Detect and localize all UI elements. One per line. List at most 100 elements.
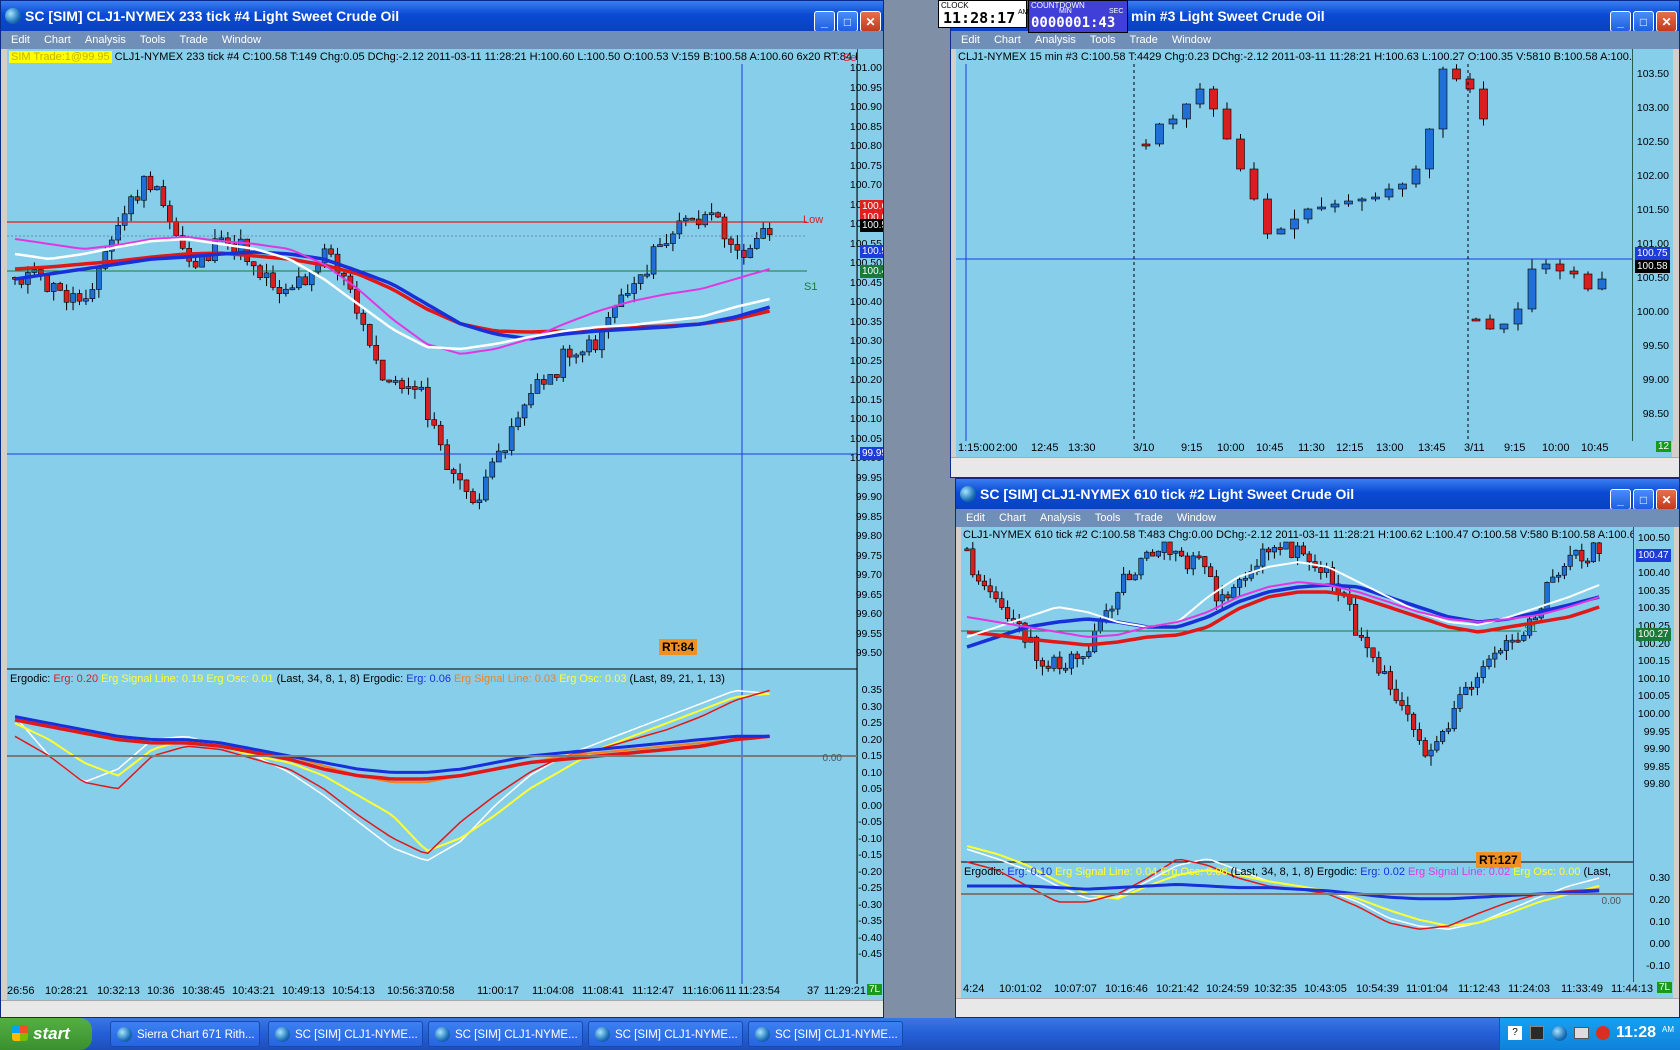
close-button[interactable]: ✕: [1656, 11, 1677, 32]
price-axis-label: 99.90: [1643, 743, 1670, 756]
taskbar-button-sierra-main[interactable]: Sierra Chart 671 Rith...: [110, 1021, 260, 1047]
taskbar-button-chart-2[interactable]: SC [SIM] CLJ1-NYME...: [428, 1021, 583, 1047]
price-axis-label: 100.10: [1637, 672, 1670, 685]
maximize-button[interactable]: □: [837, 11, 858, 32]
globe-tray-icon[interactable]: [1552, 1026, 1567, 1041]
candle-body: [1387, 671, 1393, 690]
menu-window[interactable]: Window: [1177, 512, 1216, 524]
menu-trade[interactable]: Trade: [1130, 34, 1158, 46]
horizontal-scrollbar[interactable]: [1, 1000, 883, 1017]
candle-body: [676, 220, 683, 235]
countdown-widget: COUNTDOWN MIN SEC 0000001:43: [1028, 0, 1128, 33]
candle-body: [734, 244, 741, 251]
candle-body: [128, 196, 134, 215]
osc-b-osc: Erg Osc: 0.03: [559, 673, 627, 685]
minimize-button[interactable]: _: [814, 11, 835, 32]
candle-body: [1428, 749, 1434, 757]
price-axis-label: 99.75: [855, 549, 882, 562]
candle-body: [1080, 656, 1086, 660]
candle-body: [708, 212, 715, 216]
security-icon[interactable]: [1596, 1026, 1610, 1040]
candle-body: [1161, 541, 1167, 553]
minimize-button[interactable]: _: [1610, 11, 1631, 32]
candle-body: [1126, 573, 1132, 581]
candle-body: [1471, 318, 1481, 322]
menu-chart[interactable]: Chart: [44, 34, 71, 46]
oscillator-axis-label: -0.20: [858, 865, 882, 878]
price-chart-area[interactable]: CLJ1-NYMEX 15 min #3 C:100.58 T:4429 Chg…: [956, 49, 1632, 441]
taskbar-button-chart-3[interactable]: SC [SIM] CLJ1-NYME...: [588, 1021, 743, 1047]
candle-body: [1422, 740, 1428, 757]
menu-analysis[interactable]: Analysis: [1040, 512, 1081, 524]
candle-body: [1290, 218, 1299, 230]
time-axis: 26:56 10:28:21 10:32:13 10:36 10:38:45 10:43:…: [7, 984, 883, 1000]
osc-a-signal: Erg Signal Line: 0.04: [1055, 866, 1158, 878]
taskbar-button-chart-4[interactable]: SC [SIM] CLJ1-NYME...: [748, 1021, 903, 1047]
candle-body: [283, 288, 289, 294]
menu-tools[interactable]: Tools: [1090, 34, 1116, 46]
horizontal-scrollbar[interactable]: [956, 998, 1679, 1017]
candle-body: [1303, 208, 1313, 220]
menu-chart[interactable]: Chart: [999, 512, 1026, 524]
window-titlebar[interactable]: SC [SIM] CLJ1-NYMEX 610 tick #2 Light Sw…: [956, 479, 1679, 510]
taskbar-button-label: Sierra Chart 671 Rith...: [137, 1029, 255, 1041]
candle-body: [579, 351, 586, 356]
candle-body: [1271, 547, 1277, 553]
time-axis: 1:15:00 2:00 12:45 13:30 3/10 9:15 10:00 10:45 1…: [956, 441, 1672, 457]
candle-body: [1263, 198, 1272, 235]
network-icon[interactable]: [1530, 1026, 1544, 1040]
candle-body: [1276, 228, 1286, 235]
oscillator-axis-label: 0.00: [1649, 938, 1670, 950]
start-button[interactable]: start: [0, 1018, 92, 1050]
printer-icon[interactable]: [1574, 1027, 1589, 1039]
candle-body: [1144, 551, 1150, 559]
menu-tools[interactable]: Tools: [1095, 512, 1121, 524]
price-chart-area[interactable]: CLJ1-NYMEX 610 tick #2 C:100.58 T:483 Ch…: [961, 527, 1636, 982]
candle-body: [1213, 576, 1219, 602]
horizontal-scrollbar[interactable]: [951, 457, 1679, 477]
oscillator-legend: Ergodic: Erg: 0.20 Erg Signal Line: 0.19…: [10, 673, 725, 685]
candle-body: [612, 306, 618, 318]
menu-analysis[interactable]: Analysis: [1035, 34, 1076, 46]
window-titlebar[interactable]: SC [SIM] CLJ1-NYMEX 233 tick #4 Light Sw…: [1, 1, 883, 32]
candle-body: [173, 221, 180, 236]
menu-edit[interactable]: Edit: [961, 34, 980, 46]
menu-trade[interactable]: Trade: [180, 34, 208, 46]
menu-trade[interactable]: Trade: [1135, 512, 1163, 524]
menu-edit[interactable]: Edit: [966, 512, 985, 524]
candle-body: [1208, 566, 1214, 577]
candle-body: [57, 283, 63, 291]
tray-clock: 11:28: [1616, 1024, 1657, 1041]
osc-b-params: (Last,: [1583, 866, 1612, 878]
time-axis-label: 10:43:21: [232, 985, 275, 997]
close-button[interactable]: ✕: [860, 11, 881, 32]
maximize-button[interactable]: □: [1633, 11, 1654, 32]
candle-body: [418, 386, 425, 390]
taskbar-button-chart-1[interactable]: SC [SIM] CLJ1-NYME...: [268, 1021, 423, 1047]
help-icon[interactable]: ?: [1508, 1026, 1522, 1040]
candle-body: [1202, 556, 1208, 568]
price-chart-area[interactable]: SIM Trade:1@99.95 CLJ1-NYMEX 233 tick #4…: [7, 49, 874, 984]
candle-body: [1384, 188, 1394, 198]
menu-chart[interactable]: Chart: [994, 34, 1021, 46]
candle-body: [663, 243, 670, 246]
sierra-globe-icon: [960, 486, 976, 502]
candle-body: [1039, 660, 1045, 667]
menu-analysis[interactable]: Analysis: [85, 34, 126, 46]
menu-window[interactable]: Window: [222, 34, 261, 46]
candle-body: [167, 205, 173, 222]
candle-body: [1074, 653, 1080, 660]
menu-tools[interactable]: Tools: [140, 34, 166, 46]
candle-body: [154, 186, 160, 191]
menu-edit[interactable]: Edit: [11, 34, 30, 46]
minimize-button[interactable]: _: [1610, 489, 1631, 510]
candle-body: [1411, 713, 1417, 730]
menu-window[interactable]: Window: [1172, 34, 1211, 46]
corner-tag: 7L: [1657, 982, 1673, 993]
time-axis-label: 11:44:13: [1611, 983, 1654, 995]
candle-body: [1434, 741, 1440, 751]
oscillator-axis-label: -0.40: [858, 931, 882, 944]
candle-body: [1155, 550, 1161, 557]
maximize-button[interactable]: □: [1633, 489, 1654, 510]
close-button[interactable]: ✕: [1656, 489, 1677, 510]
